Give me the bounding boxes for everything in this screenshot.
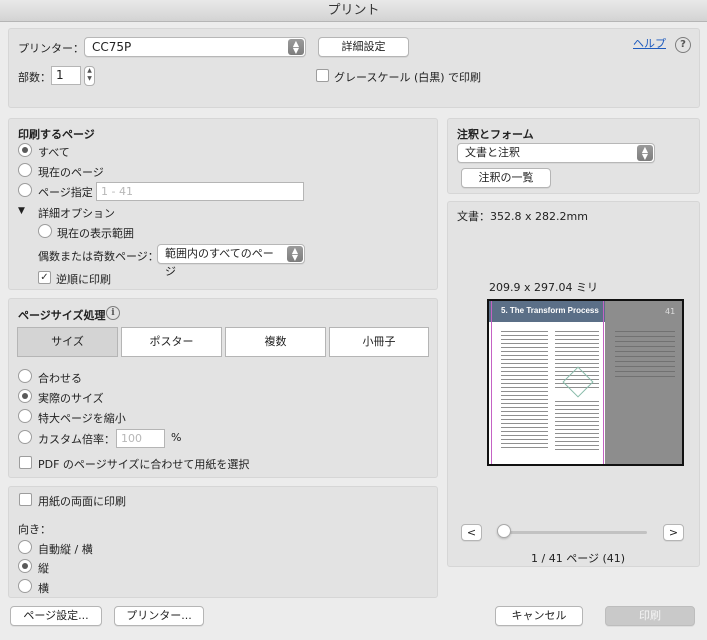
radio-shrink[interactable] <box>18 409 32 423</box>
copies-stepper[interactable]: ▲ ▼ <box>84 66 95 86</box>
preview-page-title: 5. The Transform Process <box>501 306 599 315</box>
tab-poster[interactable]: ポスター <box>121 327 222 357</box>
odd-even-select[interactable]: 範囲内のすべてのページ ▲ ▼ <box>157 244 305 278</box>
tab-booklet[interactable]: 小冊子 <box>329 327 429 357</box>
radio-shrink-label: 特大ページを縮小 <box>38 412 126 425</box>
radio-landscape[interactable] <box>18 579 32 593</box>
help-link[interactable]: ヘルプ <box>633 35 666 51</box>
radio-all[interactable] <box>18 143 32 157</box>
radio-portrait-label: 縦 <box>38 562 49 575</box>
next-page-button[interactable]: > <box>663 524 684 541</box>
chevron-updown-icon: ▲ ▼ <box>637 145 653 161</box>
copies-label: 部数： <box>18 71 51 84</box>
comments-header: 注釈とフォーム <box>457 128 534 141</box>
preview-gray-overlay <box>605 301 682 464</box>
pages-panel <box>8 118 438 290</box>
grayscale-label: グレースケール (白黒) で印刷 <box>334 71 482 84</box>
page-preview: 5. The Transform Process 41 <box>487 299 684 466</box>
radio-current-view-label: 現在の表示範囲 <box>57 227 134 240</box>
radio-all-label: すべて <box>38 146 70 159</box>
radio-auto-orientation[interactable] <box>18 540 32 554</box>
radio-custom-scale[interactable] <box>18 430 32 444</box>
percent-label: % <box>171 431 182 444</box>
printer-value: CC75P <box>92 40 132 54</box>
reverse-label: 逆順に印刷 <box>56 273 111 286</box>
disclosure-triangle-icon[interactable]: ▼ <box>18 206 25 216</box>
page-size: 209.9 x 297.04 ミリ <box>489 281 598 294</box>
grayscale-checkbox[interactable] <box>316 69 329 82</box>
info-icon[interactable]: i <box>106 306 120 320</box>
preview-text-column-4 <box>615 331 675 381</box>
printer-label: プリンター： <box>18 42 84 55</box>
document-size: 文書：352.8 x 282.2mm <box>457 210 588 223</box>
radio-landscape-label: 横 <box>38 582 49 595</box>
choose-paper-label: PDF のページサイズに合わせて用紙を選択 <box>38 458 250 471</box>
printer-dialog-button[interactable]: プリンター... <box>114 606 204 626</box>
radio-portrait[interactable] <box>18 559 32 573</box>
advanced-button[interactable]: 詳細設定 <box>318 37 409 57</box>
reverse-checkbox[interactable]: ✓ <box>38 271 51 284</box>
page-slider-track[interactable] <box>501 531 647 534</box>
tab-size[interactable]: サイズ <box>17 327 118 357</box>
tab-multiple[interactable]: 複数 <box>225 327 326 357</box>
radio-auto-orientation-label: 自動縦 / 横 <box>38 543 93 556</box>
copies-field[interactable]: 1 <box>51 66 81 85</box>
both-sides-checkbox[interactable] <box>19 493 32 506</box>
chevron-updown-icon: ▲ ▼ <box>287 246 303 262</box>
previous-page-button[interactable]: < <box>461 524 482 541</box>
choose-paper-checkbox[interactable] <box>19 456 32 469</box>
radio-fit-label: 合わせる <box>38 372 82 385</box>
preview-text-column-3 <box>555 401 599 451</box>
page-range-input[interactable]: 1 - 41 <box>96 182 304 201</box>
sizing-panel <box>8 298 438 478</box>
radio-actual-size[interactable] <box>18 389 32 403</box>
comments-select[interactable]: 文書と注釈 ▲ ▼ <box>457 143 655 163</box>
page-counter: 1 / 41 ページ (41) <box>531 552 626 565</box>
sizing-header: ページサイズ処理 <box>18 309 106 322</box>
orientation-label: 向き： <box>18 523 51 536</box>
preview-text-column-1 <box>501 331 548 451</box>
comments-value: 文書と注釈 <box>465 146 520 159</box>
radio-actual-size-label: 実際のサイズ <box>38 392 104 405</box>
cancel-button[interactable]: キャンセル <box>495 606 583 626</box>
radio-current-page[interactable] <box>18 163 32 177</box>
radio-page-range[interactable] <box>18 183 32 197</box>
preview-page-number: 41 <box>665 307 676 316</box>
page-slider-thumb[interactable] <box>497 524 511 538</box>
radio-current-view[interactable] <box>38 224 52 238</box>
printer-select[interactable]: CC75P ▲ ▼ <box>84 37 306 57</box>
more-options-label[interactable]: 詳細オプション <box>38 205 115 221</box>
print-button[interactable]: 印刷 <box>605 606 695 626</box>
window-title: プリント <box>0 0 707 22</box>
odd-even-label: 偶数または奇数ページ： <box>38 250 159 263</box>
chevron-updown-icon: ▲ ▼ <box>288 39 304 55</box>
pages-header: 印刷するページ <box>18 128 95 141</box>
both-sides-label: 用紙の両面に印刷 <box>38 495 126 508</box>
radio-page-range-label: ページ指定 <box>38 186 93 199</box>
radio-fit[interactable] <box>18 369 32 383</box>
custom-scale-input[interactable]: 100 <box>116 429 165 448</box>
page-setup-button[interactable]: ページ設定... <box>10 606 102 626</box>
summarize-comments-button[interactable]: 注釈の一覧 <box>461 168 551 188</box>
preview-magenta-line-left <box>491 301 492 464</box>
help-icon[interactable]: ? <box>675 37 691 53</box>
preview-magenta-line-right <box>603 301 604 464</box>
radio-custom-scale-label: カスタム倍率： <box>38 433 115 446</box>
radio-current-page-label: 現在のページ <box>38 166 104 179</box>
